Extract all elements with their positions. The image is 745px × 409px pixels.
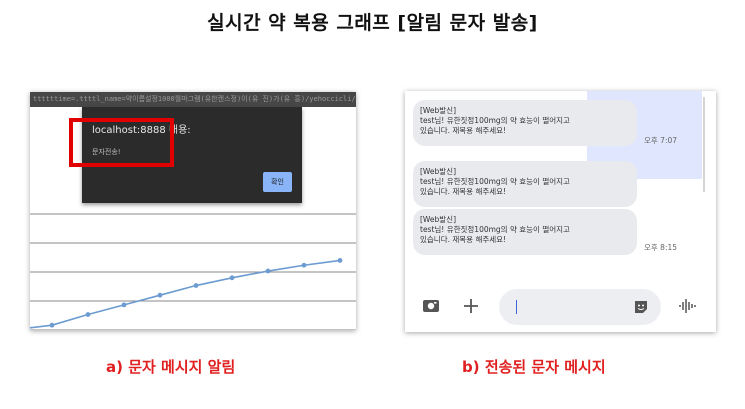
- message-sender: [Web발신]: [420, 167, 457, 176]
- highlight-box: [69, 118, 174, 167]
- browser-url-bar[interactable]: ttttttime=.ttttl_name=약이름설정1000월마그램(유한캔스…: [30, 92, 356, 107]
- ok-button[interactable]: 확인: [263, 172, 292, 192]
- data-point: [337, 258, 343, 263]
- data-point: [229, 275, 235, 281]
- data-point: [85, 312, 91, 317]
- message-sender: [Web발신]: [420, 106, 457, 115]
- sms-screenshot-panel: [Web발신] test님! 유한짓정100mg의 약 효능이 떨어지고 있습니…: [405, 91, 716, 332]
- voice-icon[interactable]: [678, 298, 696, 318]
- message-line: 있습니다. 재복용 해주세요!: [420, 187, 507, 196]
- data-point: [265, 268, 271, 274]
- message-bubble: [Web발신] test님! 유한짓정100mg의 약 효능이 떨어지고 있습니…: [413, 209, 637, 255]
- caption-a: a) 문자 메시지 알림: [106, 358, 236, 376]
- message-line: 있습니다. 재복용 해주세요!: [420, 126, 507, 135]
- text-cursor: [516, 300, 517, 314]
- data-point: [157, 292, 163, 298]
- message-input[interactable]: [499, 289, 661, 325]
- message-line: test님! 유한짓정100mg의 약 효능이 떨어지고: [420, 225, 570, 234]
- message-composer: [405, 287, 716, 332]
- data-point: [49, 322, 55, 328]
- data-point: [193, 283, 199, 288]
- message-time: 오후 7:07: [644, 136, 678, 145]
- caption-b: b) 전송된 문자 메시지: [462, 358, 606, 376]
- series-line: [30, 259, 341, 329]
- message-bubble: [Web발신] test님! 유한짓정100mg의 약 효능이 떨어지고 있습니…: [413, 100, 637, 146]
- message-line: test님! 유한짓정100mg의 약 효능이 떨어지고: [420, 116, 570, 125]
- alert-screenshot-panel: ttttttime=.ttttl_name=약이름설정1000월마그램(유한캔스…: [30, 92, 356, 330]
- gallery-icon[interactable]: [422, 298, 440, 318]
- scrollbar[interactable]: [703, 97, 705, 192]
- message-sender: [Web발신]: [420, 215, 457, 224]
- page-title: 실시간 약 복용 그래프 [알림 문자 발송]: [207, 12, 538, 34]
- message-line: 있습니다. 재복용 해주세요!: [420, 235, 507, 244]
- message-bubble: [Web발신] test님! 유한짓정100mg의 약 효능이 떨어지고 있습니…: [413, 161, 637, 207]
- message-line: test님! 유한짓정100mg의 약 효능이 떨어지고: [420, 177, 570, 186]
- sticker-icon[interactable]: [633, 299, 649, 319]
- data-point: [121, 302, 127, 308]
- plus-icon[interactable]: [462, 297, 480, 319]
- message-time: 오후 8:15: [644, 243, 678, 252]
- data-point: [301, 262, 307, 268]
